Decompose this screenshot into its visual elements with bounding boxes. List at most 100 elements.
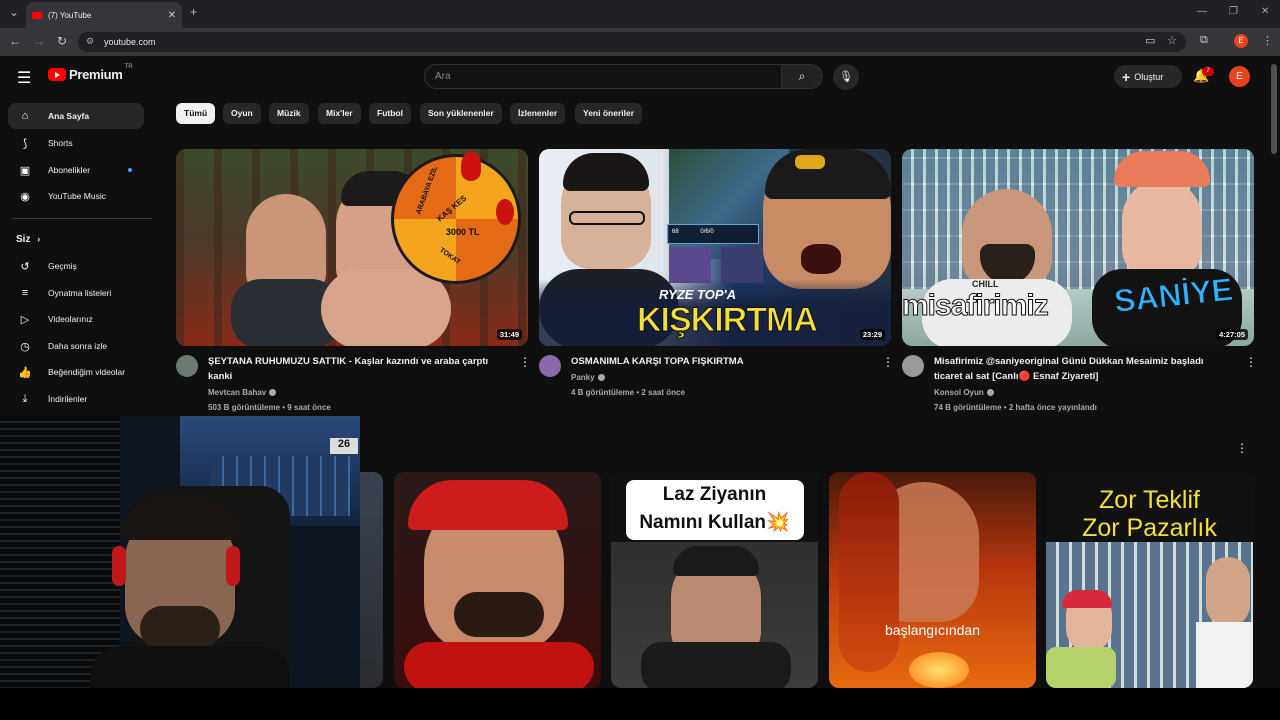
plus-icon: +	[1122, 68, 1131, 85]
youtube-premium-logo[interactable]: Premium TR	[48, 63, 133, 82]
voice-search-button[interactable]: 🎙	[833, 64, 859, 90]
verified-icon	[597, 374, 605, 382]
address-bar[interactable]: ⚙ youtube.com	[78, 32, 1186, 52]
notification-count-badge: 7	[1202, 67, 1214, 76]
browser-tab[interactable]: (7) YouTube ✕	[26, 2, 182, 28]
video-thumbnail[interactable]: CHILL misafirimiz SANİYE 4:27:05	[902, 149, 1254, 346]
search-input[interactable]: Ara	[424, 64, 782, 89]
video-title-line: kanki	[208, 371, 233, 382]
channel-name[interactable]: Konsol Oyun	[934, 385, 1234, 400]
short-thumbnail[interactable]: Zor Teklif Zor Pazarlık	[1046, 472, 1253, 688]
sidebar-item-label: İndirilenler	[48, 394, 88, 404]
bookmark-star-icon[interactable]: ☆	[1167, 34, 1177, 47]
sidebar-item-shorts[interactable]: ⟆ Shorts	[8, 130, 144, 156]
sidebar-item-subscriptions[interactable]: ▣ Abonelikler	[8, 157, 144, 183]
home-icon: ⌂	[21, 110, 29, 122]
chip-gaming[interactable]: Oyun	[223, 103, 261, 124]
short-caption: Laz Ziyanın	[662, 484, 767, 505]
restore-icon[interactable]: ❐	[1229, 6, 1238, 17]
video-menu-icon[interactable]: ⋮	[1245, 355, 1257, 369]
chip-recently-uploaded[interactable]: Son yüklenenler	[420, 103, 502, 124]
browser-profile-avatar[interactable]: E	[1234, 34, 1248, 48]
chip-football[interactable]: Futbol	[369, 103, 411, 124]
sidebar-divider	[12, 218, 152, 219]
youtube-play-icon	[48, 68, 66, 81]
sidebar-you-section[interactable]: Siz ›	[16, 234, 40, 245]
channel-name[interactable]: Mevtcan Bahav	[208, 385, 508, 400]
playlist-icon: ≡	[21, 287, 29, 299]
account-avatar[interactable]: E	[1229, 66, 1250, 87]
chip-new-to-you[interactable]: Yeni öneriler	[575, 103, 643, 124]
video-stats: 74 B görüntüleme • 2 hafta önce yayınlan…	[934, 403, 1097, 412]
shelf-number: 26	[330, 438, 358, 454]
chip-mixes[interactable]: Mix'ler	[318, 103, 361, 124]
video-thumbnail[interactable]: ARABAYA EZİL KAŞ KES 3000 TL TOKAT 31:49	[176, 149, 528, 346]
search-button[interactable]: ⌕	[781, 64, 823, 89]
back-icon[interactable]: ←	[9, 34, 21, 48]
subscriptions-icon: ▣	[19, 164, 31, 177]
taskbar-edge	[0, 688, 1280, 720]
your-videos-icon: ▷	[20, 313, 30, 326]
window-close-icon[interactable]: ✕	[1261, 6, 1269, 17]
video-menu-icon[interactable]: ⋮	[519, 355, 531, 369]
sidebar-item-watch-later[interactable]: ◷ Daha sonra izle	[8, 333, 144, 359]
video-title-line: OSMANIMLA KARŞI TOPA FIŞKIRTMA	[571, 356, 744, 367]
forward-icon[interactable]: →	[33, 34, 45, 48]
sidebar-item-label: Ana Sayfa	[48, 111, 90, 121]
chip-watched[interactable]: İzlenenler	[510, 103, 566, 124]
watch-later-icon: ◷	[20, 340, 30, 353]
thumbnail-headline: KIŞKIRTMA	[637, 301, 819, 340]
shorts-menu-icon[interactable]: ⋮	[1236, 441, 1248, 455]
browser-menu-icon[interactable]: ⋮	[1262, 34, 1273, 47]
site-info-icon[interactable]: ⚙	[86, 36, 94, 47]
video-menu-icon[interactable]: ⋮	[882, 355, 894, 369]
sidebar-item-home[interactable]: ⌂ Ana Sayfa	[8, 103, 144, 129]
sidebar-item-liked-videos[interactable]: 👍 Beğendiğim videolar	[8, 359, 144, 385]
video-thumbnail[interactable]: 68 0/6/0 RYZE TOP'A KIŞKIRTMA 23:29	[539, 149, 891, 346]
sidebar-item-playlists[interactable]: ≡ Oynatma listeleri	[8, 280, 144, 306]
minimize-icon[interactable]: —	[1197, 6, 1207, 17]
video-duration: 31:49	[496, 329, 522, 340]
channel-avatar[interactable]	[539, 355, 561, 377]
short-thumbnail[interactable]: Laz Ziyanın Namını Kullan💥	[611, 472, 818, 688]
verified-icon	[986, 389, 994, 397]
logo-word: Premium	[69, 67, 123, 82]
new-tab-icon[interactable]: +	[190, 5, 197, 19]
short-caption: Zor Pazarlık	[1082, 514, 1217, 542]
video-stats: 4 B görüntüleme • 2 saat önce	[571, 388, 685, 397]
hamburger-menu-icon[interactable]: ☰	[17, 68, 31, 88]
chip-music[interactable]: Müzik	[269, 103, 309, 124]
reload-icon[interactable]: ↻	[57, 34, 67, 48]
video-title[interactable]: Misafirimiz @saniyeoriginal Günü Dükkan …	[934, 354, 1234, 415]
short-caption: başlangıcından	[885, 622, 980, 638]
short-thumbnail[interactable]	[394, 472, 601, 688]
extensions-icon[interactable]: ⧉	[1200, 34, 1208, 47]
short-thumbnail[interactable]: başlangıcından	[829, 472, 1036, 688]
video-title[interactable]: ŞEYTANA RUHUMUZU SATTIK - Kaşlar kazındı…	[208, 354, 508, 415]
cast-icon[interactable]: ▭	[1145, 34, 1155, 47]
page-scrollbar[interactable]	[1271, 64, 1277, 154]
sidebar-item-label: Geçmiş	[48, 261, 77, 271]
tab-search-icon[interactable]: ⌄	[9, 5, 19, 19]
channel-avatar[interactable]	[902, 355, 924, 377]
sidebar-item-label: Beğendiğim videolar	[48, 367, 126, 377]
webcam-overlay: 26	[0, 416, 360, 688]
video-title-line: Misafirimiz @saniyeoriginal Günü Dükkan …	[934, 356, 1204, 367]
channel-name[interactable]: Panky	[571, 370, 871, 385]
history-icon: ↺	[20, 260, 30, 273]
sidebar-item-label: YouTube Music	[48, 191, 106, 201]
sidebar-item-downloads[interactable]: ⤓ İndirilenler	[8, 386, 144, 412]
shorts-icon: ⟆	[22, 137, 28, 150]
video-title[interactable]: OSMANIMLA KARŞI TOPA FIŞKIRTMA Panky 4 B…	[571, 354, 871, 400]
like-icon: 👍	[18, 366, 32, 379]
logo-country-code: TR	[124, 63, 133, 70]
sidebar-item-music[interactable]: ◉ YouTube Music	[8, 183, 144, 209]
sidebar-item-your-videos[interactable]: ▷ Videolarınız	[8, 306, 144, 332]
create-button[interactable]: + Oluştur	[1114, 65, 1182, 88]
tab-close-icon[interactable]: ✕	[168, 10, 176, 21]
create-label: Oluştur	[1134, 71, 1164, 82]
sidebar-item-label: Daha sonra izle	[48, 341, 108, 351]
chip-all[interactable]: Tümü	[176, 103, 216, 124]
sidebar-item-history[interactable]: ↺ Geçmiş	[8, 253, 144, 279]
channel-avatar[interactable]	[176, 355, 198, 377]
